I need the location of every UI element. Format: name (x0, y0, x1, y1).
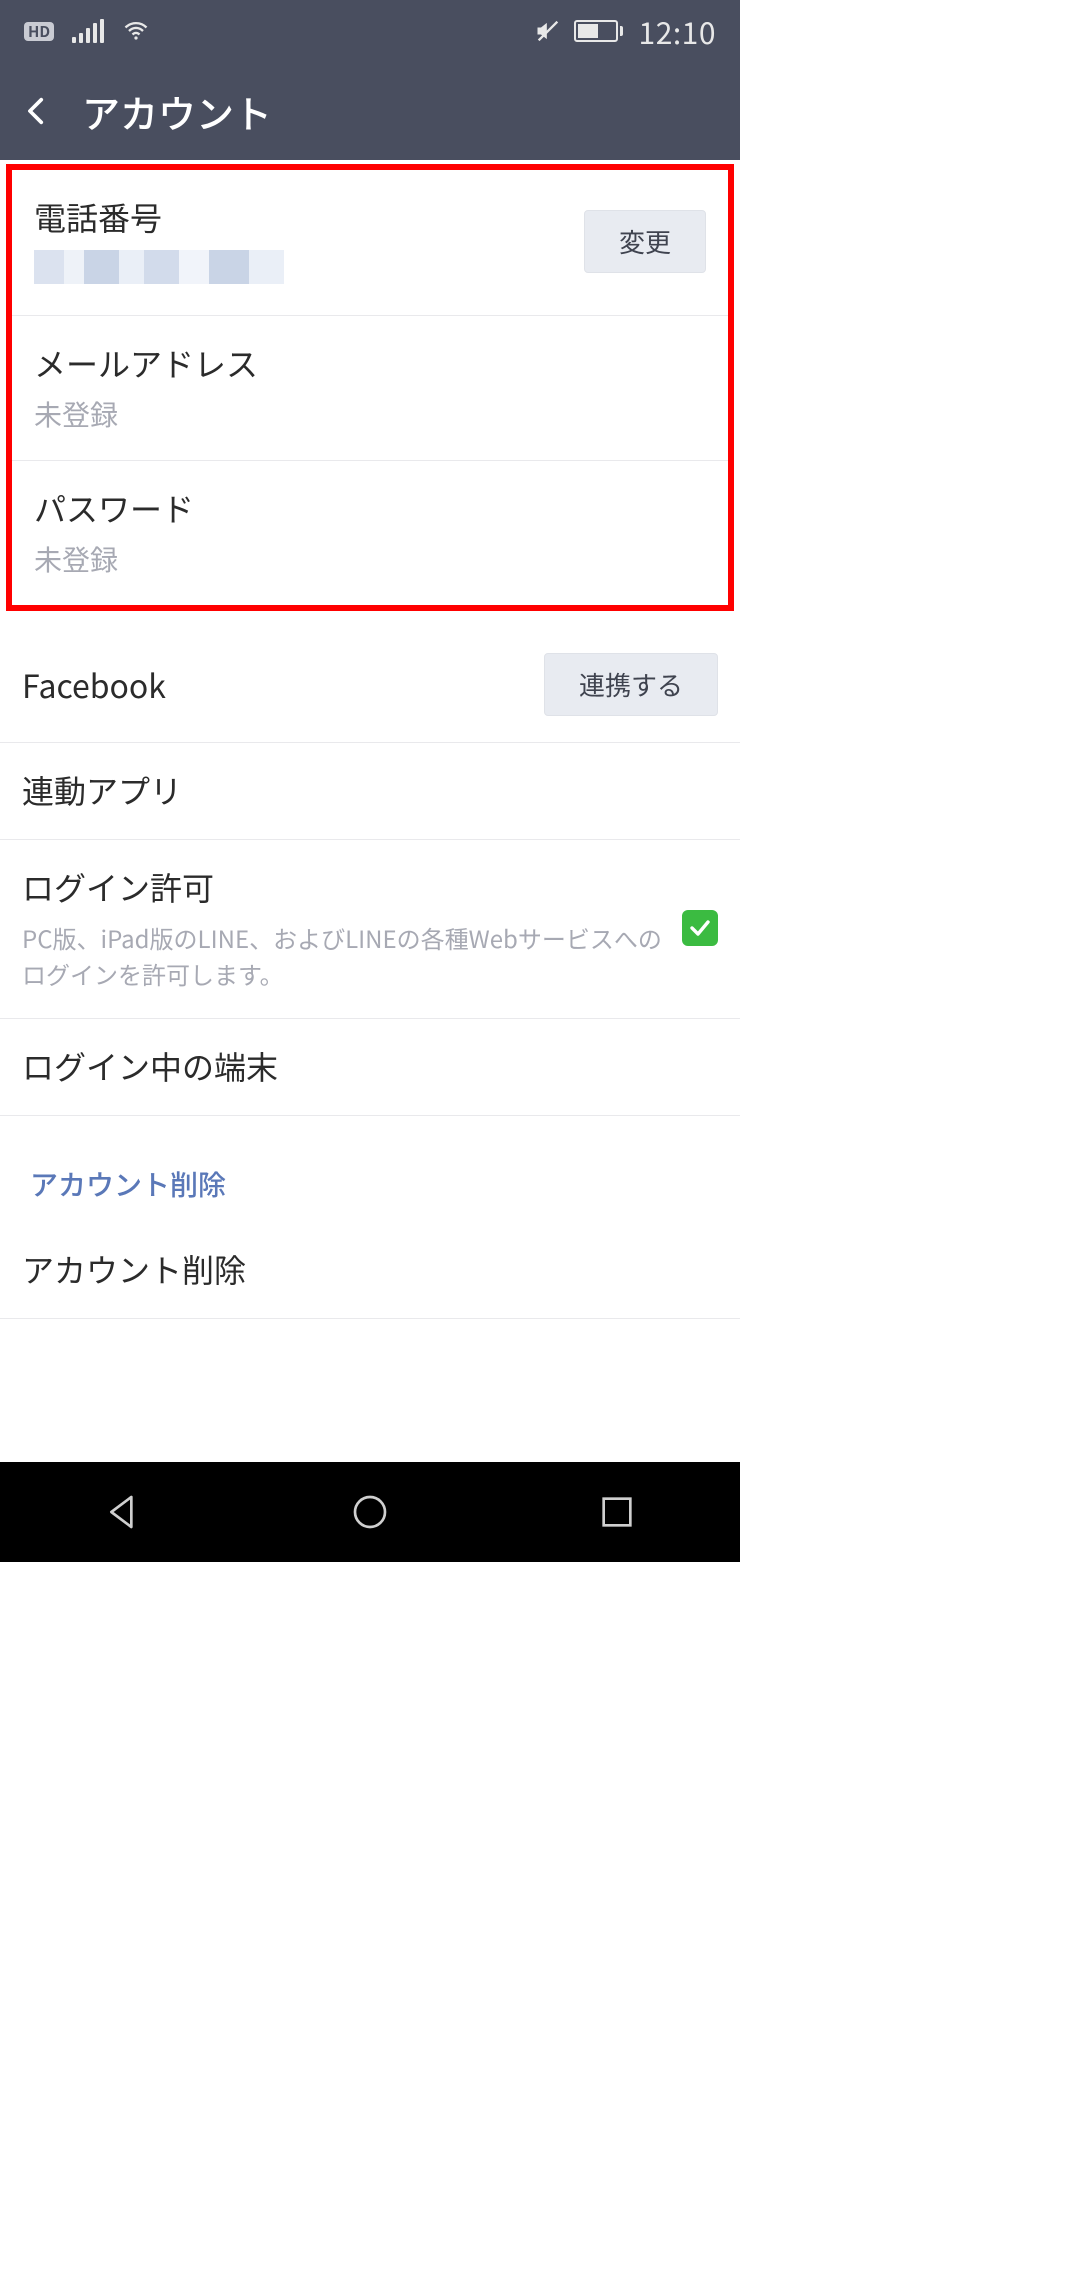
wifi-icon (122, 17, 150, 45)
login-permission-checkbox[interactable] (682, 910, 718, 946)
row-logged-in-devices-label: ログイン中の端末 (22, 1043, 718, 1089)
row-login-permission-label: ログイン許可 (22, 864, 666, 910)
row-logged-in-devices[interactable]: ログイン中の端末 (0, 1019, 740, 1116)
row-email-value: 未登録 (34, 394, 706, 434)
row-delete-account-label: アカウント削除 (22, 1246, 718, 1292)
row-login-permission-desc: PC版、iPad版のLINE、およびLINEの各種Webサービスへのログインを許… (22, 920, 666, 992)
battery-icon (574, 20, 623, 42)
system-nav-bar (0, 1462, 740, 1562)
nav-back-button[interactable] (103, 1492, 143, 1532)
row-phone[interactable]: 電話番号 変更 (12, 170, 728, 316)
app-bar: アカウント (0, 62, 740, 160)
row-email[interactable]: メールアドレス 未登録 (12, 316, 728, 461)
hd-badge: HD (24, 22, 54, 41)
cellular-signal-icon (72, 19, 104, 43)
phone-number-blurred (34, 250, 284, 284)
nav-home-button[interactable] (350, 1492, 390, 1532)
back-button[interactable] (20, 94, 54, 128)
row-password-value: 未登録 (34, 539, 706, 579)
nav-recent-button[interactable] (597, 1492, 637, 1532)
row-password[interactable]: パスワード 未登録 (12, 461, 728, 605)
row-linked-apps-label: 連動アプリ (22, 767, 718, 813)
row-phone-label: 電話番号 (34, 194, 568, 240)
change-phone-button[interactable]: 変更 (584, 210, 706, 273)
row-delete-account[interactable]: アカウント削除 (0, 1222, 740, 1319)
row-facebook-label: Facebook (22, 662, 528, 708)
row-password-label: パスワード (34, 485, 706, 531)
section-header-delete: アカウント削除 (0, 1116, 740, 1222)
row-email-label: メールアドレス (34, 340, 706, 386)
status-bar: HD 12:10 (0, 0, 740, 62)
highlight-annotation: 電話番号 変更 メールアドレス 未登録 パスワード 未登録 (6, 164, 734, 611)
row-facebook[interactable]: Facebook 連携する (0, 629, 740, 743)
mute-icon (534, 17, 562, 45)
row-linked-apps[interactable]: 連動アプリ (0, 743, 740, 840)
row-login-permission[interactable]: ログイン許可 PC版、iPad版のLINE、およびLINEの各種Webサービスへ… (0, 840, 740, 1019)
page-title: アカウント (82, 84, 272, 139)
facebook-link-button[interactable]: 連携する (544, 653, 718, 716)
status-clock: 12:10 (639, 9, 716, 53)
